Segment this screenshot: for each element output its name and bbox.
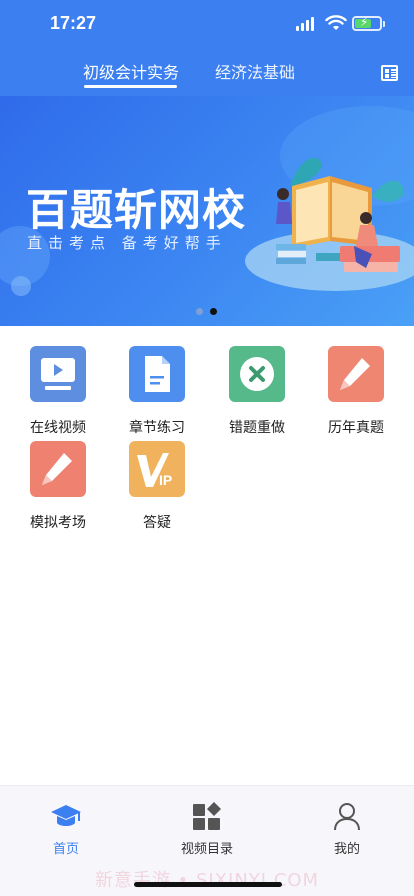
menu-item-online-video[interactable]: 在线视频 xyxy=(8,326,108,436)
promo-banner[interactable]: 百题斩网校 直击考点 备考好帮手 xyxy=(0,96,414,326)
menu-item-label: 错题重做 xyxy=(229,420,285,436)
menu-item-chapter-practice[interactable]: 章节练习 xyxy=(107,326,207,436)
subject-tabs: 初级会计实务 经济法基础 xyxy=(0,50,414,96)
nav-home-label: 首页 xyxy=(52,842,79,857)
menu-item-past-exams[interactable]: 历年真题 xyxy=(306,326,406,436)
nav-video-catalog[interactable]: 视频目录 xyxy=(162,800,252,857)
feature-menu: 在线视频 章节练习 错题重做 历年真题 模拟考场 IP 答疑 xyxy=(0,326,414,546)
tab-accounting-practice[interactable]: 初级会计实务 xyxy=(83,59,179,83)
pencil-icon xyxy=(328,346,384,402)
wrong-x-icon xyxy=(229,346,285,402)
battery-charging-icon: ⚡ xyxy=(352,15,382,31)
signal-icon xyxy=(296,17,316,31)
banner-dot-active[interactable] xyxy=(210,308,217,315)
banner-pagination xyxy=(196,308,220,316)
svg-text:IP: IP xyxy=(159,472,172,488)
banner-title: 百题斩网校 xyxy=(26,186,246,236)
tab-economic-law[interactable]: 经济法基础 xyxy=(215,59,295,83)
menu-item-wrong-redo[interactable]: 错题重做 xyxy=(207,326,307,436)
menu-item-qa[interactable]: IP 答疑 xyxy=(107,421,207,531)
document-icon xyxy=(129,346,185,402)
menu-item-label: 答疑 xyxy=(143,515,171,531)
graduation-cap-icon xyxy=(50,800,82,832)
menu-item-mock-exam[interactable]: 模拟考场 xyxy=(8,421,108,531)
nav-video-catalog-label: 视频目录 xyxy=(180,842,233,857)
banner-subtitle: 直击考点 备考好帮手 xyxy=(27,234,227,252)
wifi-icon xyxy=(325,15,347,30)
top-header: 17:27 ⚡ 初级会计实务 经济法基础 xyxy=(0,0,414,96)
banner-dot[interactable] xyxy=(196,308,203,315)
menu-item-label: 模拟考场 xyxy=(30,515,86,531)
active-tab-indicator xyxy=(84,85,177,88)
watermark: 新意手游 • SIXINYI.COM xyxy=(94,870,320,891)
status-time: 17:27 xyxy=(50,13,97,33)
nav-profile-label: 我的 xyxy=(333,842,360,857)
grid-list-icon[interactable] xyxy=(381,65,398,81)
catalog-grid-icon xyxy=(191,800,223,832)
pencil-icon xyxy=(30,441,86,497)
menu-item-label: 历年真题 xyxy=(328,420,384,436)
vip-icon: IP xyxy=(129,441,185,497)
nav-profile[interactable]: 我的 xyxy=(302,800,392,857)
status-bar: 17:27 ⚡ xyxy=(0,0,414,50)
nav-home[interactable]: 首页 xyxy=(21,800,111,857)
user-icon xyxy=(331,800,363,832)
battery-tip xyxy=(383,21,385,27)
home-indicator xyxy=(134,882,282,887)
video-play-icon xyxy=(30,346,86,402)
